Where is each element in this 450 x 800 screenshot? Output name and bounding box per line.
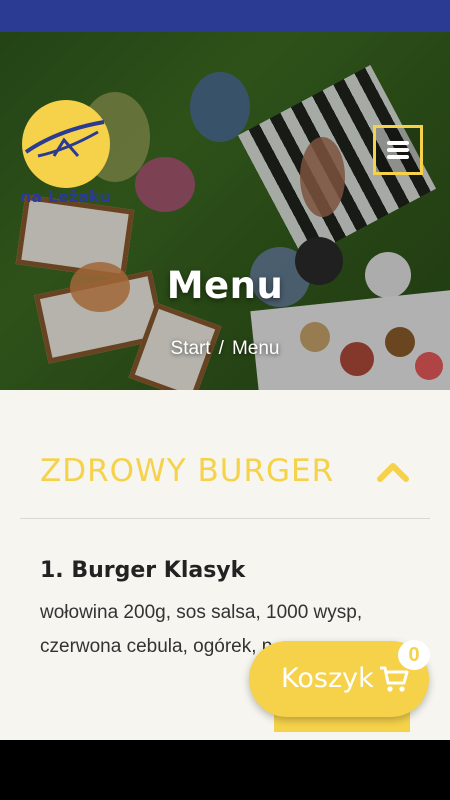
menu-item-name: 1. Burger Klasyk <box>40 558 246 583</box>
cart-icon <box>380 666 409 692</box>
top-status-bar <box>0 0 450 32</box>
hamburger-icon <box>387 138 409 162</box>
chevron-up-icon[interactable] <box>376 455 410 489</box>
breadcrumb-current: Menu <box>231 338 280 359</box>
cart-label: Koszyk <box>281 663 374 694</box>
hero-banner: na Leżaku Menu Start / Menu <box>0 32 450 390</box>
section-header[interactable]: ZDROWY BURGER <box>20 435 430 519</box>
section-title: ZDROWY BURGER <box>40 453 335 489</box>
breadcrumb: Start / Menu <box>0 338 450 360</box>
page-title: Menu <box>166 264 284 307</box>
bottom-bar <box>0 740 450 800</box>
menu-toggle-button[interactable] <box>373 125 423 175</box>
cart-count-badge: 0 <box>398 640 430 670</box>
svg-text:na Leżaku: na Leżaku <box>20 187 111 206</box>
na-lezaku-logo[interactable]: na Leżaku <box>18 100 114 206</box>
breadcrumb-home-link[interactable]: Start <box>171 338 211 359</box>
breadcrumb-separator: / <box>218 338 224 359</box>
